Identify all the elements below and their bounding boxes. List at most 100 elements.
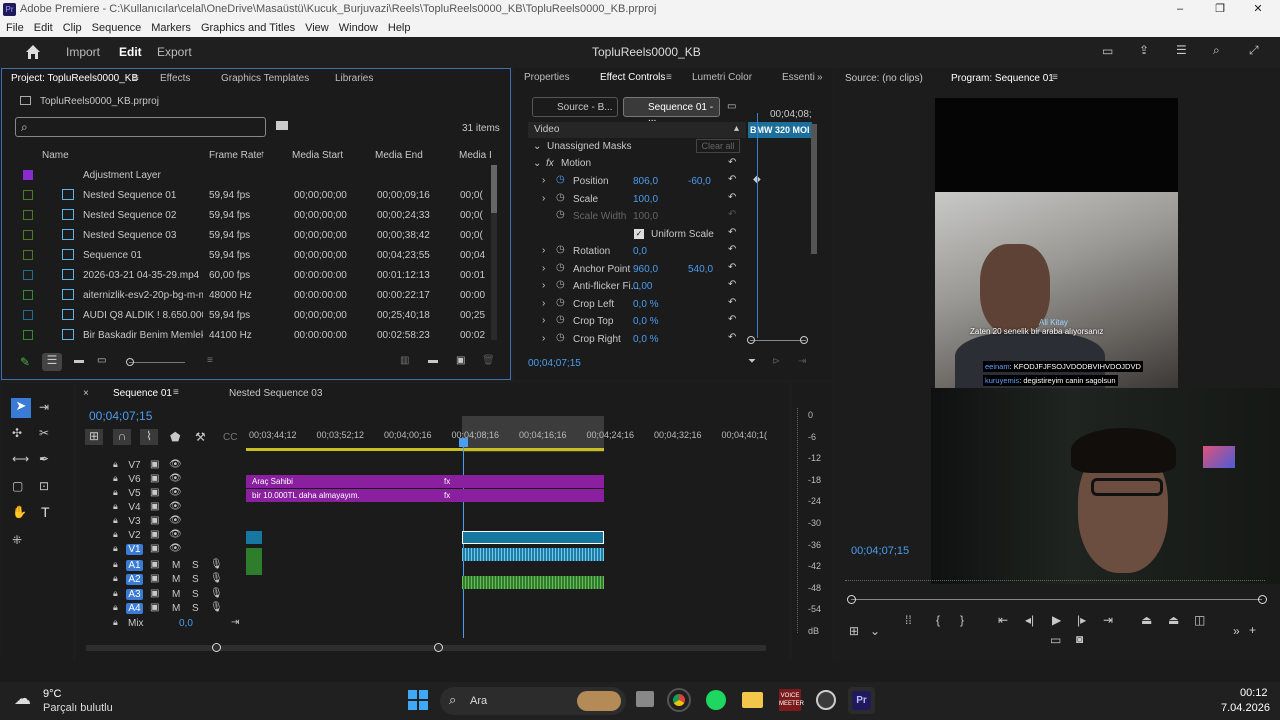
clip-v1[interactable] (462, 531, 604, 544)
trash-icon[interactable]: 🗑 (482, 355, 495, 366)
label-color-swatch[interactable] (23, 330, 33, 340)
label-color-swatch[interactable] (23, 170, 33, 180)
project-row[interactable]: aiternizlik-esv2-20p-bg-m-m 48000 Hz 00:00… (2, 285, 490, 305)
microphone-icon[interactable]: 🎙︎ (210, 573, 223, 584)
home-icon[interactable] (25, 44, 41, 60)
track-label[interactable]: V6 (126, 474, 143, 485)
timeline-scrollbar[interactable] (86, 643, 766, 652)
project-scrollbar[interactable] (491, 165, 497, 340)
solo-button[interactable]: S (192, 603, 199, 614)
project-row[interactable]: Sequence 01 59,94 fps 00;00;00;00 00;04;23;… (2, 245, 490, 265)
effect-property-row[interactable]: › ◷ Crop Left 0,0 % ↶ (528, 296, 818, 313)
solo-button[interactable]: S (192, 574, 199, 585)
weather-temp[interactable]: 9°C (43, 688, 61, 700)
clip-a1[interactable] (462, 548, 604, 561)
effect-property-row[interactable]: › ◷ Rotation 0,0 ↶ (528, 243, 818, 260)
tab-menu-icon[interactable]: ≡ (133, 69, 139, 89)
search-icon[interactable]: ⌕ (1213, 43, 1220, 58)
play-audio-icon[interactable]: ⊳ (772, 356, 780, 367)
video-track-header[interactable]: 🔒︎ V7 ▣ 👁︎ (106, 459, 246, 472)
effect-property-row[interactable]: ◷ Scale Width 100,0 ↶ (528, 208, 818, 225)
comparison-view-icon[interactable]: ◫ (1194, 613, 1205, 627)
mute-button[interactable]: M (172, 603, 180, 614)
nest-icon[interactable]: ⊞ (85, 429, 103, 445)
reset-property-icon[interactable]: ↶ (728, 192, 736, 203)
effect-property-row[interactable]: ›◷Position806,0-60,0↶◆ (528, 173, 818, 190)
effect-property-row[interactable]: › ◷ Scale 100,0 ↶ (528, 191, 818, 208)
label-color-swatch[interactable] (23, 290, 33, 300)
project-row[interactable]: Bir Baskadir Benim Memleke 44100 Hz 00:00:… (2, 325, 490, 340)
col-media-start[interactable]: Media Start (292, 150, 343, 161)
col-frame-rate[interactable]: Frame Rate (209, 150, 262, 161)
project-row[interactable]: AUDI Q8 ALDIK ! 8.650.000 T 59,94 fps 00;0… (2, 305, 490, 325)
project-row[interactable]: Nested Sequence 03 59,94 fps 00;00;00;00 00… (2, 225, 490, 245)
mute-button[interactable]: M (172, 589, 180, 600)
spotify-icon[interactable] (706, 690, 726, 710)
timeline-ruler[interactable]: 00;03;44;12 00;03;52;12 00;04;00;16 00;04;0… (246, 416, 767, 452)
filter-icon[interactable]: ⏷ (748, 356, 756, 367)
lock-icon[interactable]: 🔒︎ (113, 529, 118, 540)
lock-icon[interactable]: 🔒︎ (113, 559, 118, 570)
camera-icon[interactable]: ◙ (1076, 632, 1083, 646)
menu-file[interactable]: File (6, 22, 24, 34)
step-forward-icon[interactable]: |▸ (1077, 613, 1086, 627)
clip-bir-10000tl[interactable]: bir 10.000TL daha almayayım. fx (246, 489, 604, 502)
microphone-icon[interactable]: 🎙︎ (210, 602, 223, 613)
project-row[interactable]: 2026-03-21 04-35-29.mp4 60,00 fps 00:00:00… (2, 265, 490, 285)
solo-button[interactable]: S (192, 560, 199, 571)
windows-start-icon[interactable] (408, 690, 428, 710)
list-view-icon[interactable]: ☰ (42, 353, 62, 371)
property-value-2[interactable]: 540,0 (688, 264, 713, 275)
property-value[interactable]: 960,0 (633, 264, 658, 275)
toggle-timeline-icon[interactable]: ▭ (727, 101, 736, 112)
property-value[interactable]: 0,0 % (633, 299, 659, 310)
expand-chevron-icon[interactable]: › (542, 298, 545, 309)
minimize-icon[interactable]: – (1170, 0, 1190, 19)
sync-lock-icon[interactable]: ▣ (150, 543, 159, 554)
sequence-button[interactable]: Sequence 01 - ... (623, 97, 720, 124)
lock-icon[interactable]: 🔒︎ (113, 602, 118, 613)
track-label[interactable]: A4 (126, 602, 143, 614)
tab-nested-sequence-03[interactable]: Nested Sequence 03 (229, 388, 322, 399)
eye-icon[interactable]: 👁︎ (169, 515, 182, 526)
sync-lock-icon[interactable]: ▣ (150, 573, 159, 584)
menu-markers[interactable]: Markers (151, 22, 191, 34)
label-color-swatch[interactable] (23, 310, 33, 320)
sync-lock-icon[interactable]: ▣ (150, 588, 159, 599)
freeform-view-icon[interactable]: ▭ (97, 355, 106, 366)
add-button-icon[interactable]: + (1249, 623, 1256, 637)
eye-icon[interactable]: 👁︎ (169, 459, 182, 470)
lock-icon[interactable]: 🔒︎ (113, 588, 118, 599)
label-color-swatch[interactable] (23, 210, 33, 220)
stopwatch-icon[interactable]: ◷ (556, 192, 565, 203)
tab-menu-icon[interactable]: ≡ (173, 387, 179, 398)
stopwatch-icon[interactable]: ◷ (556, 314, 565, 325)
microphone-icon[interactable]: 🎙︎ (210, 559, 223, 570)
label-color-swatch[interactable] (23, 230, 33, 240)
clip-arac-sahibi[interactable]: Araç Sahibi fx (246, 475, 604, 488)
video-track-header[interactable]: 🔒︎ V3 ▣ 👁︎ (106, 515, 246, 528)
collapse-icon[interactable]: ▴ (734, 123, 739, 134)
file-explorer-icon[interactable] (742, 692, 763, 708)
project-row[interactable]: Nested Sequence 01 59,94 fps 00;00;00;00 00… (2, 185, 490, 205)
tab-sequence-01[interactable]: Sequence 01 (113, 388, 172, 399)
menu-edit[interactable]: Edit (34, 22, 53, 34)
search-input[interactable]: ⌕ (15, 117, 266, 137)
stopwatch-icon[interactable]: ◷ (556, 209, 565, 220)
property-value[interactable]: 100,0 (633, 194, 658, 205)
audio-track-header[interactable]: 🔒︎ A4 ▣ M S 🎙︎ (106, 602, 246, 615)
tab-lumetri[interactable]: Lumetri Color (692, 68, 752, 88)
ripple-edit-icon[interactable]: ✣ (12, 426, 22, 440)
timeline-timecode[interactable]: 00;04;07;15 (89, 409, 152, 423)
reset-property-icon[interactable]: ↶ (728, 227, 736, 238)
reset-property-icon[interactable]: ↶ (728, 279, 736, 290)
close-icon[interactable]: ✕ (1248, 0, 1268, 19)
play-icon[interactable]: ▶ (1052, 613, 1061, 627)
mark-out-icon[interactable]: } (960, 613, 964, 627)
automate-icon[interactable]: ▥ (400, 355, 409, 366)
lock-icon[interactable]: 🔒︎ (113, 487, 118, 498)
clip-a1-left[interactable] (246, 548, 262, 575)
lock-icon[interactable]: 🔒︎ (113, 515, 118, 526)
wrench-icon[interactable]: ⚒ (195, 430, 206, 444)
project-row[interactable]: Adjustment Layer (2, 165, 490, 185)
